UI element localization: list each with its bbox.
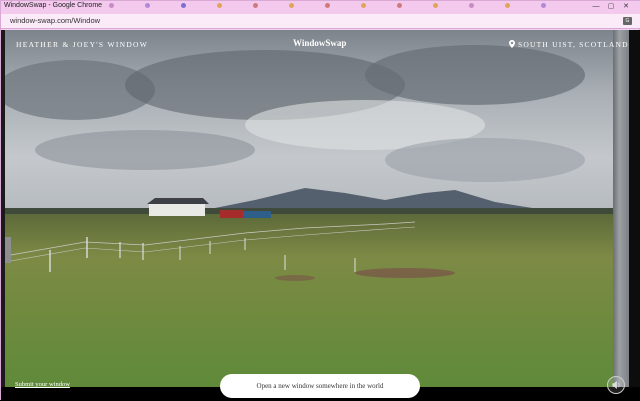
page-viewport: Heather & Joey's window WindowSwap South… — [1, 30, 640, 401]
tab-favicon-icon — [541, 3, 546, 9]
browser-tab[interactable] — [505, 3, 529, 12]
tab-favicon-icon — [217, 3, 222, 9]
tab-strip: WindowSwap - Google Chrome — ▢ ✕ — [1, 1, 640, 14]
browser-tab[interactable] — [325, 3, 349, 12]
sound-icon[interactable] — [607, 376, 625, 394]
close-button[interactable]: ✕ — [621, 2, 631, 11]
window-owner-title: Heather & Joey's window — [16, 40, 149, 49]
browser-tab[interactable] — [181, 3, 205, 12]
browser-tab[interactable] — [541, 3, 565, 12]
tab-favicon-icon — [109, 3, 114, 9]
window-frame-post — [613, 30, 629, 401]
browser-tab[interactable] — [469, 3, 493, 12]
location-text: South Uist, Scotland — [518, 40, 629, 49]
url-text[interactable]: window-swap.com/Window — [10, 16, 100, 25]
address-bar[interactable]: window-swap.com/Window G — [1, 14, 640, 29]
minimize-button[interactable]: — — [591, 2, 601, 11]
tab-favicon-icon — [361, 3, 366, 9]
browser-tab[interactable] — [361, 3, 385, 12]
browser-window: WindowSwap - Google Chrome — ▢ ✕ window-… — [0, 0, 640, 401]
browser-tab[interactable] — [217, 3, 241, 12]
browser-tab[interactable] — [253, 3, 277, 12]
tab-favicon-icon — [253, 3, 258, 9]
submit-window-link[interactable]: Submit your window — [15, 381, 70, 388]
tab-favicon-icon — [289, 3, 294, 9]
tab-favicon-icon — [469, 3, 474, 9]
tab-favicon-icon — [397, 3, 402, 9]
browser-tab[interactable] — [397, 3, 421, 12]
maximize-button[interactable]: ▢ — [606, 2, 616, 11]
location-label: South Uist, Scotland — [509, 40, 629, 49]
tab-favicon-icon — [505, 3, 510, 9]
browser-tab[interactable] — [145, 3, 169, 12]
browser-tab[interactable] — [433, 3, 457, 12]
window-frame-right — [629, 30, 640, 401]
browser-tab[interactable] — [109, 3, 133, 12]
window-view-photo — [5, 30, 613, 387]
browser-tab[interactable] — [289, 3, 313, 12]
tab-favicon-icon — [325, 3, 330, 9]
window-title: WindowSwap - Google Chrome — [4, 2, 103, 9]
tab-favicon-icon — [145, 3, 150, 9]
map-pin-icon — [509, 40, 515, 48]
translate-icon[interactable]: G — [623, 17, 632, 25]
open-new-window-button[interactable]: Open a new window somewhere in the world — [220, 374, 420, 398]
tab-favicon-icon — [433, 3, 438, 9]
windowswap-logo[interactable]: WindowSwap — [293, 38, 346, 48]
tab-favicon-icon — [181, 3, 186, 9]
